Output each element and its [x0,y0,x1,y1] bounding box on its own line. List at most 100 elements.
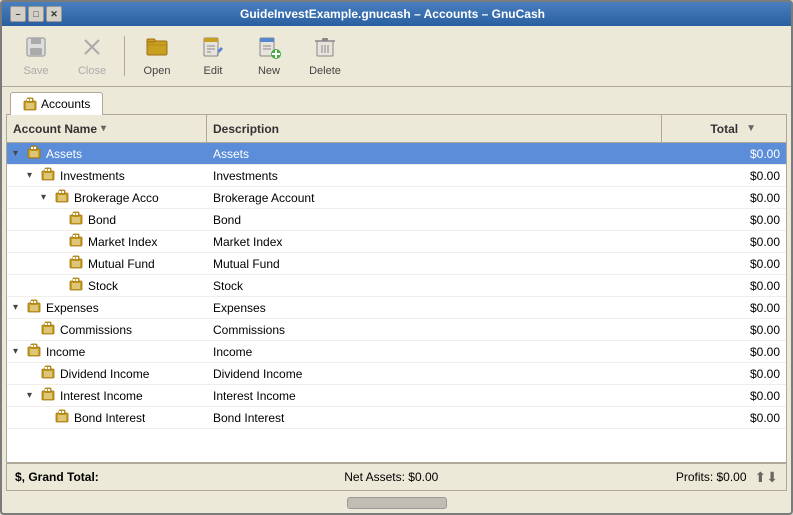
account-name: Brokerage Acco [74,191,159,205]
table-row[interactable]: ▾ Income Income $0.00 [7,341,786,363]
expand-arrow-icon[interactable]: ▾ [13,346,25,357]
table-row[interactable]: Bond Bond $0.00 [7,209,786,231]
account-name-cell: ▾ Income [7,341,207,362]
description-cell: Brokerage Account [207,187,686,208]
column-account-name[interactable]: Account Name ▾ [7,115,207,142]
account-name: Stock [88,279,118,293]
expand-arrow-icon[interactable]: ▾ [13,148,25,159]
save-label: Save [23,65,48,77]
sort-arrow-icon: ▾ [101,123,106,134]
total-cell: $0.00 [686,319,786,340]
account-type-icon [27,145,41,162]
account-name: Bond [88,213,116,227]
save-icon [24,35,48,63]
close-toolbar-button[interactable]: Close [66,30,118,82]
description-cell: Mutual Fund [207,253,686,274]
account-name-cell: ▾ Expenses [7,297,207,318]
grand-total-label: $, Grand Total: [15,470,99,484]
account-type-icon [41,387,55,404]
table-row[interactable]: ▾ Interest Income Interest Income $0.00 [7,385,786,407]
table-row[interactable]: Bond Interest Bond Interest $0.00 [7,407,786,429]
window-title: GuideInvestExample.gnucash – Accounts – … [62,7,723,21]
description-cell: Bond Interest [207,407,686,428]
edit-label: Edit [204,65,223,77]
total-cell: $0.00 [686,363,786,384]
column-description[interactable]: Description [207,115,662,142]
total-cell: $0.00 [686,341,786,362]
table-row[interactable]: Dividend Income Dividend Income $0.00 [7,363,786,385]
account-name: Market Index [88,235,157,249]
description-cell: Income [207,341,686,362]
save-button[interactable]: Save [10,30,62,82]
title-bar: – □ ✕ GuideInvestExample.gnucash – Accou… [2,2,791,26]
account-type-icon [69,233,83,250]
table-row[interactable]: ▾ Investments Investments $0.00 [7,165,786,187]
account-name: Investments [60,169,125,183]
description-cell: Stock [207,275,686,296]
account-type-icon [41,321,55,338]
profits-value: Profits: $0.00 [676,470,747,484]
account-name: Interest Income [60,389,143,403]
account-type-icon [69,211,83,228]
tab-accounts-label: Accounts [41,97,90,111]
open-button[interactable]: Open [131,30,183,82]
account-type-icon [69,277,83,294]
close-label: Close [78,65,106,77]
description-cell: Dividend Income [207,363,686,384]
delete-icon [313,35,337,63]
horizontal-scrollbar[interactable] [347,497,447,509]
expand-arrow-icon[interactable]: ▾ [27,170,39,181]
expand-arrow-icon[interactable]: ▾ [27,390,39,401]
new-label: New [258,65,280,77]
account-name-cell: Dividend Income [7,363,207,384]
table-row[interactable]: ▾ Expenses Expenses $0.00 [7,297,786,319]
account-type-icon [55,189,69,206]
description-cell: Commissions [207,319,686,340]
edit-button[interactable]: Edit [187,30,239,82]
tab-accounts[interactable]: Accounts [10,92,103,115]
account-name-cell: ▾ Assets [7,143,207,164]
account-name-cell: Bond [7,209,207,230]
tab-bar: Accounts [2,87,791,114]
total-cell: $0.00 [686,209,786,230]
account-name: Commissions [60,323,132,337]
net-assets-value: Net Assets: $0.00 [107,470,676,484]
description-cell: Interest Income [207,385,686,406]
table-body: ▾ Assets Assets $0.00 ▾ [7,143,786,462]
maximize-button[interactable]: □ [28,6,44,22]
table-row[interactable]: Market Index Market Index $0.00 [7,231,786,253]
account-name-cell: ▾ Investments [7,165,207,186]
close-button[interactable]: ✕ [46,6,62,22]
expand-arrow-icon[interactable]: ▾ [13,302,25,313]
close-icon [80,35,104,63]
column-total[interactable]: Total ▼ [662,115,762,142]
total-cell: $0.00 [686,385,786,406]
table-row[interactable]: Mutual Fund Mutual Fund $0.00 [7,253,786,275]
account-type-icon [69,255,83,272]
table-row[interactable]: Commissions Commissions $0.00 [7,319,786,341]
delete-label: Delete [309,65,341,77]
account-type-icon [41,365,55,382]
edit-icon [201,35,225,63]
table-row[interactable]: Stock Stock $0.00 [7,275,786,297]
open-icon [145,35,169,63]
account-type-icon [27,299,41,316]
new-button[interactable]: New [243,30,295,82]
table-row[interactable]: ▾ Brokerage Acco Brokerage Account $0.00 [7,187,786,209]
total-cell: $0.00 [686,297,786,318]
new-icon [257,35,281,63]
scrollbar-area [2,495,791,513]
minimize-button[interactable]: – [10,6,26,22]
table-row[interactable]: ▾ Assets Assets $0.00 [7,143,786,165]
delete-button[interactable]: Delete [299,30,351,82]
description-cell: Bond [207,209,686,230]
window-controls: – □ ✕ [10,6,62,22]
account-name: Assets [46,147,82,161]
description-cell: Investments [207,165,686,186]
expand-arrow-icon[interactable]: ▾ [41,192,53,203]
toolbar: Save Close Open [2,26,791,87]
account-name-cell: Stock [7,275,207,296]
scroll-down-icon[interactable]: ▼ [746,123,756,134]
account-name: Expenses [46,301,99,315]
total-cell: $0.00 [686,253,786,274]
